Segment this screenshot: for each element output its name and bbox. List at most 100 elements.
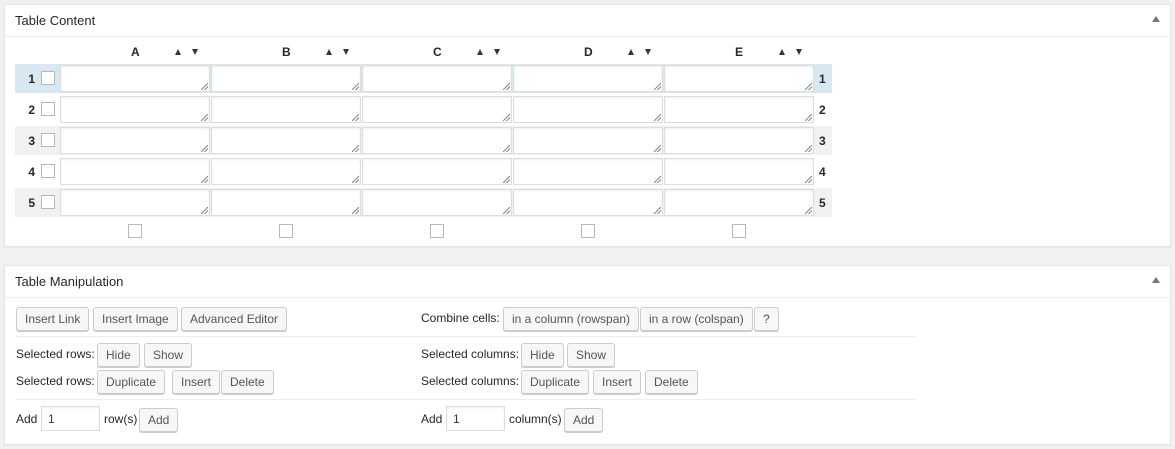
cell-textarea[interactable] bbox=[211, 158, 361, 185]
resize-grip-icon[interactable] bbox=[352, 114, 359, 121]
cell-textarea[interactable] bbox=[362, 127, 512, 154]
resize-grip-icon[interactable] bbox=[201, 83, 208, 90]
cell-textarea[interactable] bbox=[513, 158, 663, 185]
duplicate-rows-button[interactable]: Duplicate bbox=[97, 370, 166, 394]
resize-grip-icon[interactable] bbox=[503, 207, 510, 214]
cell-textarea[interactable] bbox=[211, 65, 361, 92]
resize-grip-icon[interactable] bbox=[201, 207, 208, 214]
resize-grip-icon[interactable] bbox=[201, 176, 208, 183]
collapse-arrow-icon[interactable] bbox=[1152, 277, 1160, 283]
row-select-checkbox[interactable] bbox=[41, 164, 55, 178]
delete-rows-button[interactable]: Delete bbox=[221, 370, 274, 394]
resize-grip-icon[interactable] bbox=[352, 207, 359, 214]
resize-grip-icon[interactable] bbox=[654, 207, 661, 214]
resize-grip-icon[interactable] bbox=[654, 176, 661, 183]
combine-colspan-button[interactable]: in a row (colspan) bbox=[640, 307, 753, 331]
cell-textarea[interactable] bbox=[60, 127, 210, 154]
table-content-header[interactable]: Table Content bbox=[5, 5, 1170, 37]
resize-grip-icon[interactable] bbox=[805, 176, 812, 183]
resize-grip-icon[interactable] bbox=[503, 176, 510, 183]
combine-rowspan-button[interactable]: in a column (rowspan) bbox=[503, 307, 640, 331]
column-select-checkbox[interactable] bbox=[581, 224, 595, 238]
rows-suffix-label: row(s) bbox=[104, 412, 138, 426]
sort-ascending-icon[interactable] bbox=[779, 49, 785, 55]
column-select-checkbox[interactable] bbox=[128, 224, 142, 238]
collapse-arrow-icon[interactable] bbox=[1152, 16, 1160, 22]
cell-textarea[interactable] bbox=[664, 127, 814, 154]
resize-grip-icon[interactable] bbox=[503, 145, 510, 152]
insert-link-button[interactable]: Insert Link bbox=[16, 307, 90, 331]
delete-columns-button[interactable]: Delete bbox=[645, 370, 698, 394]
cell-textarea[interactable] bbox=[664, 96, 814, 123]
hide-rows-button[interactable]: Hide bbox=[97, 343, 140, 367]
cell-textarea[interactable] bbox=[362, 158, 512, 185]
sort-ascending-icon[interactable] bbox=[628, 49, 634, 55]
resize-grip-icon[interactable] bbox=[503, 114, 510, 121]
column-select-checkbox[interactable] bbox=[732, 224, 746, 238]
show-columns-button[interactable]: Show bbox=[567, 343, 616, 367]
sort-ascending-icon[interactable] bbox=[175, 49, 181, 55]
sort-descending-icon[interactable] bbox=[343, 49, 349, 55]
add-rows-count-input[interactable] bbox=[41, 406, 100, 431]
resize-grip-icon[interactable] bbox=[805, 83, 812, 90]
selected-columns-label: Selected columns: bbox=[421, 347, 520, 361]
row-number: 1 bbox=[819, 72, 826, 86]
row-select-checkbox[interactable] bbox=[41, 102, 55, 116]
row-select-checkbox[interactable] bbox=[41, 71, 55, 85]
cell-textarea[interactable] bbox=[664, 65, 814, 92]
resize-grip-icon[interactable] bbox=[654, 114, 661, 121]
cell-textarea[interactable] bbox=[362, 189, 512, 216]
advanced-editor-button[interactable]: Advanced Editor bbox=[181, 307, 288, 331]
cell-textarea[interactable] bbox=[60, 189, 210, 216]
table-row: 55 bbox=[15, 188, 832, 217]
cell-textarea[interactable] bbox=[60, 65, 210, 92]
sort-ascending-icon[interactable] bbox=[477, 49, 483, 55]
cell-textarea[interactable] bbox=[513, 65, 663, 92]
cell-textarea[interactable] bbox=[211, 96, 361, 123]
cell-textarea[interactable] bbox=[362, 96, 512, 123]
table-manipulation-header[interactable]: Table Manipulation bbox=[5, 266, 1170, 298]
add-rows-button[interactable]: Add bbox=[139, 408, 179, 432]
resize-grip-icon[interactable] bbox=[654, 145, 661, 152]
resize-grip-icon[interactable] bbox=[352, 176, 359, 183]
duplicate-columns-button[interactable]: Duplicate bbox=[521, 370, 590, 394]
resize-grip-icon[interactable] bbox=[805, 207, 812, 214]
add-columns-button[interactable]: Add bbox=[564, 408, 604, 432]
row-number: 3 bbox=[819, 134, 826, 148]
row-number: 5 bbox=[819, 196, 826, 210]
cell-textarea[interactable] bbox=[513, 189, 663, 216]
cell-textarea[interactable] bbox=[362, 65, 512, 92]
cell-textarea[interactable] bbox=[664, 158, 814, 185]
cell-textarea[interactable] bbox=[513, 96, 663, 123]
resize-grip-icon[interactable] bbox=[654, 83, 661, 90]
combine-help-button[interactable]: ? bbox=[754, 307, 779, 331]
cell-textarea[interactable] bbox=[664, 189, 814, 216]
resize-grip-icon[interactable] bbox=[201, 145, 208, 152]
column-select-checkbox[interactable] bbox=[430, 224, 444, 238]
cell-textarea[interactable] bbox=[211, 127, 361, 154]
resize-grip-icon[interactable] bbox=[352, 145, 359, 152]
sort-descending-icon[interactable] bbox=[796, 49, 802, 55]
sort-descending-icon[interactable] bbox=[494, 49, 500, 55]
resize-grip-icon[interactable] bbox=[352, 83, 359, 90]
insert-image-button[interactable]: Insert Image bbox=[93, 307, 178, 331]
cell-textarea[interactable] bbox=[60, 158, 210, 185]
resize-grip-icon[interactable] bbox=[201, 114, 208, 121]
insert-columns-button[interactable]: Insert bbox=[593, 370, 642, 394]
row-select-checkbox[interactable] bbox=[41, 133, 55, 147]
resize-grip-icon[interactable] bbox=[503, 83, 510, 90]
sort-descending-icon[interactable] bbox=[645, 49, 651, 55]
add-columns-count-input[interactable] bbox=[446, 406, 505, 431]
hide-columns-button[interactable]: Hide bbox=[521, 343, 564, 367]
column-select-checkbox[interactable] bbox=[279, 224, 293, 238]
resize-grip-icon[interactable] bbox=[805, 114, 812, 121]
cell-textarea[interactable] bbox=[513, 127, 663, 154]
sort-ascending-icon[interactable] bbox=[326, 49, 332, 55]
resize-grip-icon[interactable] bbox=[805, 145, 812, 152]
show-rows-button[interactable]: Show bbox=[144, 343, 193, 367]
sort-descending-icon[interactable] bbox=[192, 49, 198, 55]
row-select-checkbox[interactable] bbox=[41, 195, 55, 209]
cell-textarea[interactable] bbox=[211, 189, 361, 216]
cell-textarea[interactable] bbox=[60, 96, 210, 123]
insert-rows-button[interactable]: Insert bbox=[172, 370, 221, 394]
